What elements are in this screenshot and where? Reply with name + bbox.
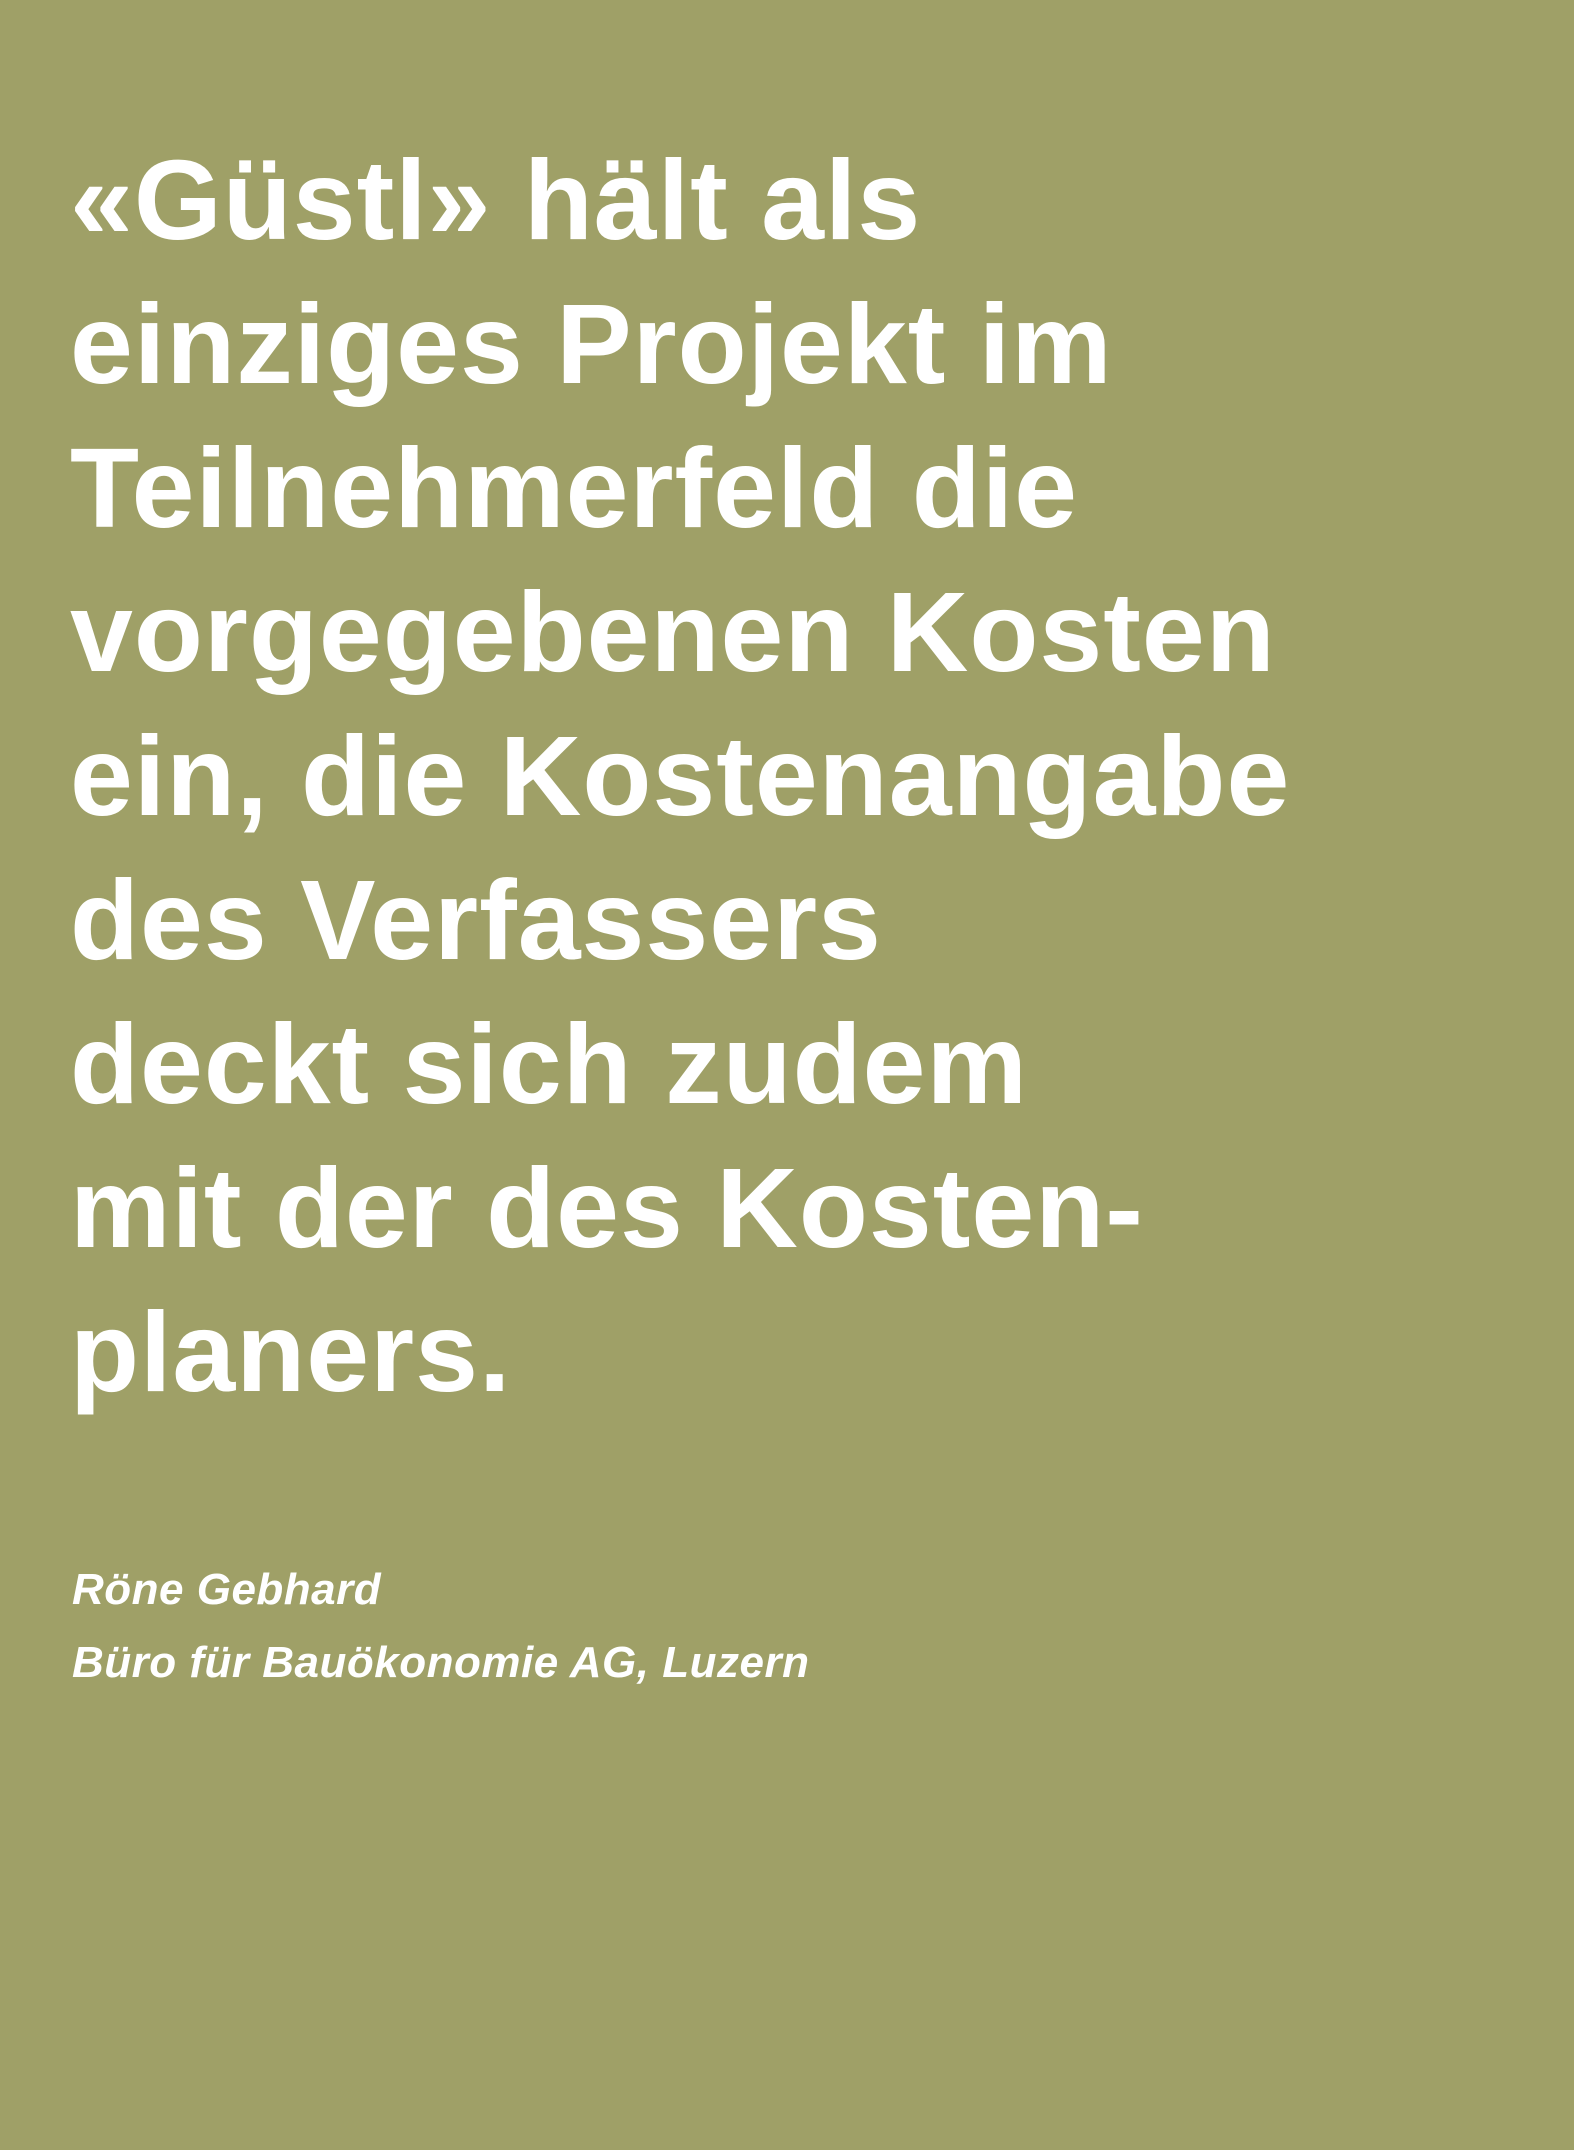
- quote-line: vorgegebenen Kosten: [70, 569, 1276, 695]
- quote-line: Teilnehmerfeld die: [70, 425, 1079, 551]
- attribution-name: Röne Gebhard: [72, 1565, 382, 1614]
- quote-line: einziges Projekt im: [70, 281, 1113, 407]
- quote-line: des Verfassers: [70, 857, 882, 983]
- quote-line: ein, die Kostenangabe: [70, 713, 1291, 839]
- quote-line: deckt sich zudem: [70, 1001, 1028, 1127]
- quote-page: «Güstl» hält als einziges Projekt im Tei…: [0, 0, 1574, 2150]
- quote-line: planers.: [70, 1289, 512, 1415]
- quote-line: mit der des Kosten-: [70, 1145, 1144, 1271]
- quote-attribution: Röne Gebhard Büro für Bauökonomie AG, Lu…: [72, 1553, 809, 1699]
- pull-quote: «Güstl» hält als einziges Projekt im Tei…: [70, 128, 1510, 1424]
- attribution-organization: Büro für Bauökonomie AG, Luzern: [72, 1638, 810, 1687]
- quote-line: «Güstl» hält als: [70, 137, 922, 263]
